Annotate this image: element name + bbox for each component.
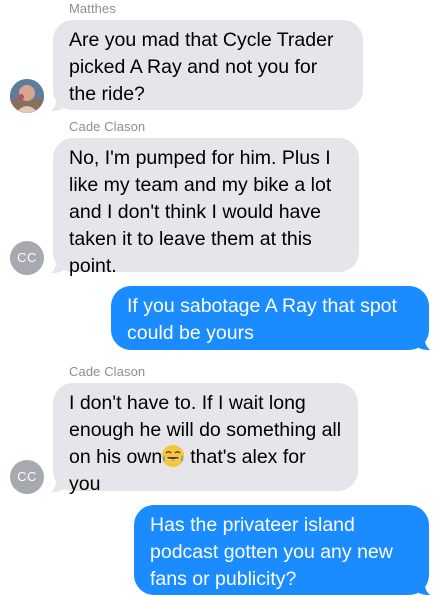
message-text: No, I'm pumped for him. Plus I bbox=[69, 147, 331, 169]
message-text: could be yours bbox=[127, 322, 254, 344]
avatar-cade[interactable]: CC bbox=[10, 241, 44, 275]
message-text: picked A Ray and not you for bbox=[69, 56, 318, 78]
contact-photo-icon bbox=[10, 79, 44, 113]
message-text: and I don't think I would have bbox=[69, 201, 321, 223]
message-text: on his own bbox=[69, 446, 163, 468]
message-bubble-incoming[interactable]: I don't have to. If I wait long enough h… bbox=[53, 383, 358, 495]
message-text: taken it to leave them at this bbox=[69, 228, 312, 250]
joy-emoji-icon bbox=[162, 445, 185, 467]
avatar-cade[interactable]: CC bbox=[10, 460, 44, 494]
sender-name: Matthes bbox=[69, 1, 116, 16]
sender-name: Cade Clason bbox=[69, 119, 146, 134]
message-text: you bbox=[69, 473, 101, 495]
message-bubble-incoming[interactable]: Are you mad that Cycle Trader picked A R… bbox=[53, 20, 363, 110]
sender-name: Cade Clason bbox=[69, 364, 146, 379]
message-text: like my team and my bike a lot bbox=[69, 174, 332, 196]
message-text: podcast gotten you any new bbox=[150, 541, 393, 563]
message-text: fans or publicity? bbox=[150, 568, 297, 590]
message-bubble-incoming[interactable]: No, I'm pumped for him. Plus I like my t… bbox=[53, 138, 359, 277]
message-text: the ride? bbox=[69, 83, 145, 105]
avatar-matthes[interactable] bbox=[10, 79, 44, 113]
message-text: point. bbox=[69, 255, 117, 277]
message-bubble-outgoing[interactable]: If you sabotage A Ray that spot could be… bbox=[111, 286, 429, 350]
message-text: that's alex for bbox=[190, 446, 306, 468]
message-text-line: on his own that's alex for bbox=[69, 444, 344, 471]
message-text: I don't have to. If I wait long bbox=[69, 392, 306, 414]
message-text: enough he will do something all bbox=[69, 419, 342, 441]
message-text: If you sabotage A Ray that spot bbox=[127, 295, 397, 317]
message-text: Are you mad that Cycle Trader bbox=[69, 29, 334, 51]
message-text: Has the privateer island bbox=[150, 514, 355, 536]
message-bubble-outgoing[interactable]: Has the privateer island podcast gotten … bbox=[134, 505, 429, 595]
